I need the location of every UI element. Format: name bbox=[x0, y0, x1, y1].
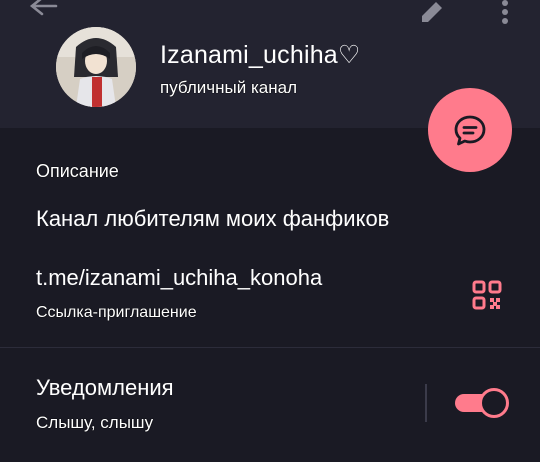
pencil-icon[interactable] bbox=[418, 0, 446, 24]
qr-code-icon[interactable] bbox=[472, 280, 502, 310]
divider bbox=[0, 347, 540, 348]
avatar[interactable] bbox=[56, 27, 136, 107]
invite-link-caption: Ссылка-приглашение bbox=[36, 304, 197, 321]
section-title-description: Описание bbox=[36, 161, 119, 181]
chat-button[interactable] bbox=[428, 88, 512, 172]
notifications-toggle[interactable] bbox=[455, 388, 509, 418]
channel-subtitle: публичный канал bbox=[160, 78, 297, 97]
more-vertical-icon[interactable] bbox=[495, 0, 515, 28]
channel-name: Izanami_uchiha♡ bbox=[160, 41, 361, 69]
channel-description: Канал любителям моих фанфиков bbox=[36, 206, 390, 231]
notifications-status: Слышу, слышу bbox=[36, 413, 154, 432]
vertical-separator bbox=[425, 384, 427, 422]
notifications-title: Уведомления bbox=[36, 375, 174, 400]
arrow-left-icon[interactable] bbox=[28, 0, 60, 22]
chat-bubble-icon bbox=[454, 115, 486, 146]
toggle-knob bbox=[479, 388, 509, 418]
invite-link[interactable]: t.me/izanami_uchiha_konoha bbox=[36, 265, 322, 291]
avatar-image bbox=[56, 27, 136, 107]
